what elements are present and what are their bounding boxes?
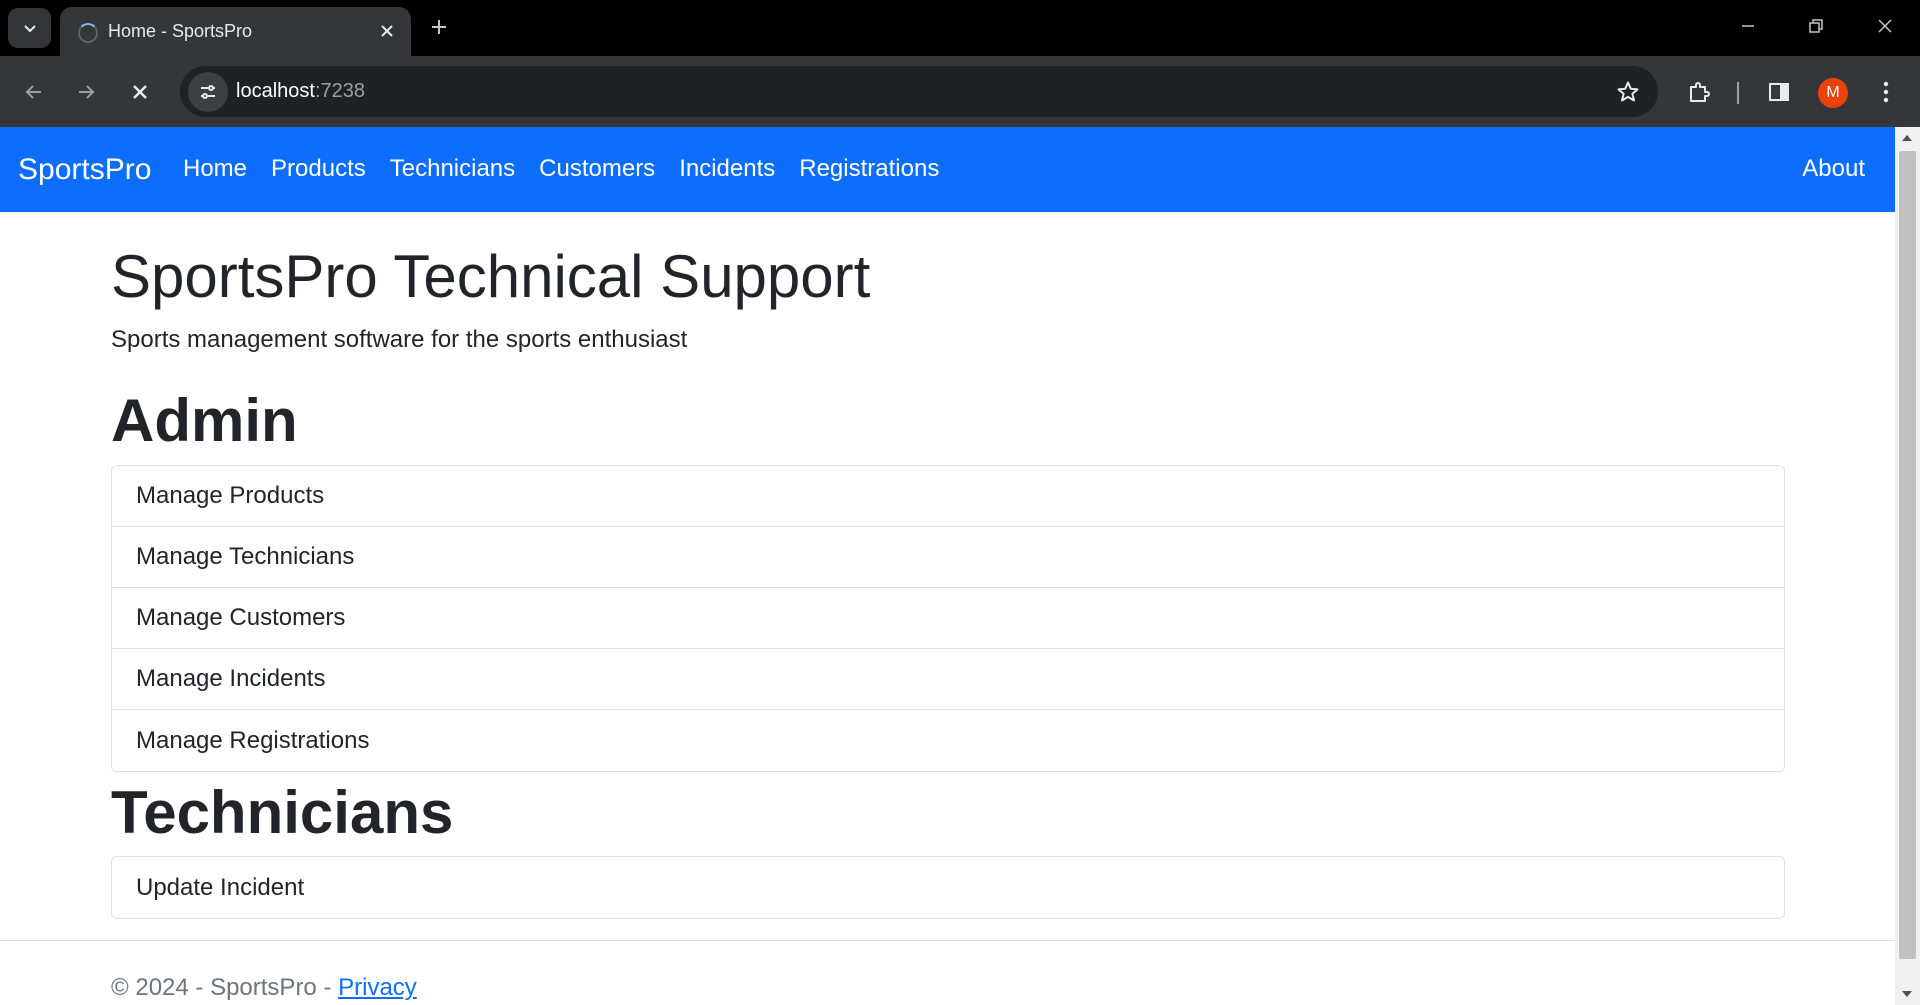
arrow-left-icon [25,85,41,99]
url-port: :7238 [314,80,365,102]
more-vertical-icon [1883,81,1889,103]
close-icon [133,85,147,99]
admin-heading: Admin [111,387,298,454]
site-navbar: SportsPro Home Products Technicians Cust… [0,127,1895,212]
footer-divider [0,940,1895,941]
close-icon [1878,19,1892,33]
nav-link-products[interactable]: Products [271,155,366,183]
tab-close-button[interactable] [375,19,399,43]
back-button[interactable] [14,72,54,112]
page-subtitle: Sports management software for the sport… [111,326,688,353]
admin-list: Manage Products Manage Technicians Manag… [111,465,1785,772]
bookmark-button[interactable] [1614,78,1642,106]
forward-button[interactable] [66,72,106,112]
manage-registrations-link[interactable]: Manage Registrations [112,710,1784,771]
nav-link-technicians[interactable]: Technicians [390,155,515,183]
tab-search-button[interactable] [8,8,51,48]
address-bar[interactable]: localhost:7238 [180,66,1658,117]
nav-links: Home Products Technicians Customers Inci… [183,155,939,183]
profile-avatar[interactable]: M [1818,78,1848,108]
technicians-list: Update Incident [111,856,1785,919]
new-tab-button[interactable] [424,12,454,42]
scrollbar-thumb[interactable] [1899,151,1916,959]
puzzle-piece-icon [1690,82,1710,102]
footer: © 2024 - SportsPro - Privacy [111,974,417,1002]
minimize-icon [1742,25,1754,27]
close-icon [381,25,393,37]
url-host: localhost [236,80,315,102]
close-window-button[interactable] [1863,8,1907,44]
nav-link-home[interactable]: Home [183,155,247,183]
navbar-brand[interactable]: SportsPro [18,153,151,187]
restore-button[interactable] [1794,8,1838,44]
extensions-button[interactable] [1679,72,1719,112]
side-panel-icon [1769,83,1789,101]
nav-link-registrations[interactable]: Registrations [799,155,939,183]
technicians-heading: Technicians [111,779,454,846]
scroll-down-arrow-icon[interactable] [1902,991,1912,997]
footer-copyright: © 2024 - SportsPro - [111,974,339,1001]
site-info-button[interactable] [188,72,228,112]
manage-customers-link[interactable]: Manage Customers [112,588,1784,649]
browser-menu-button[interactable] [1866,72,1906,112]
toolbar-separator [1737,82,1739,104]
star-icon [1617,81,1639,102]
nav-link-about[interactable]: About [1802,155,1865,183]
loading-spinner-icon [78,23,98,43]
scroll-up-arrow-icon[interactable] [1902,135,1912,141]
privacy-link[interactable]: Privacy [338,974,417,1001]
stop-loading-button[interactable] [120,72,160,112]
chevron-down-icon [23,25,36,33]
url-text: localhost:7238 [236,80,365,103]
tune-icon [201,85,215,99]
page-scrollbar[interactable] [1895,127,1920,1005]
minimize-button[interactable] [1726,8,1770,44]
browser-tab-strip: Home - SportsPro [0,0,1920,56]
arrow-right-icon [79,85,95,99]
update-incident-link[interactable]: Update Incident [112,857,1784,918]
tab-title: Home - SportsPro [108,21,253,41]
nav-link-customers[interactable]: Customers [539,155,655,183]
nav-link-incidents[interactable]: Incidents [679,155,775,183]
manage-incidents-link[interactable]: Manage Incidents [112,649,1784,710]
browser-toolbar: localhost:7238 [0,56,1920,127]
manage-technicians-link[interactable]: Manage Technicians [112,527,1784,588]
active-tab[interactable]: Home - SportsPro [60,7,411,56]
page-title: SportsPro Technical Support [111,243,871,310]
manage-products-link[interactable]: Manage Products [112,466,1784,527]
plus-icon [432,20,446,34]
side-panel-button[interactable] [1759,72,1799,112]
restore-icon [1809,19,1823,33]
